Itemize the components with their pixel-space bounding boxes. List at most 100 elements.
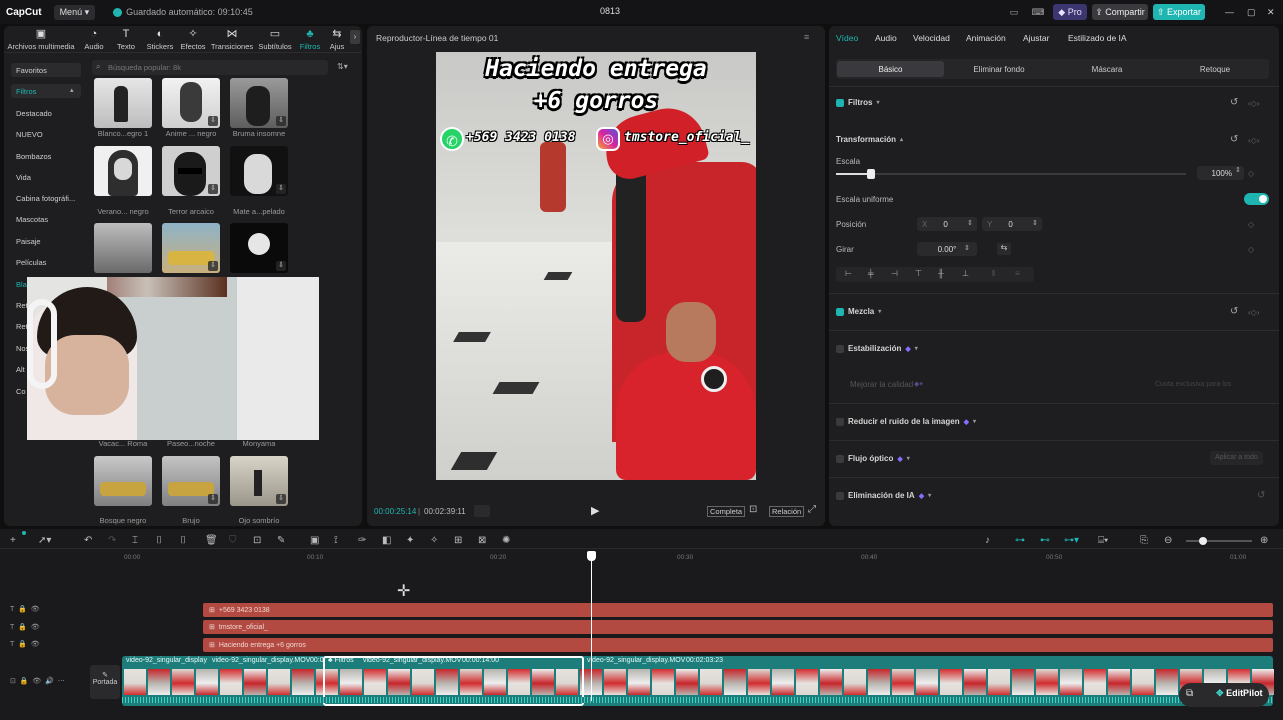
tab-speed[interactable]: Velocidad	[913, 33, 950, 43]
zoom-in-icon[interactable]: ⊕	[1260, 535, 1268, 546]
reset-icon[interactable]: ↺	[1230, 134, 1238, 145]
tool-audio[interactable]: ◔ Audio	[78, 28, 110, 51]
align-top-icon[interactable]: ⊤	[915, 269, 922, 278]
reset-icon[interactable]: ↺	[1230, 306, 1238, 317]
filter-sort-icon[interactable]: ⇅▾	[337, 62, 348, 71]
category-movies[interactable]: Películas	[16, 258, 46, 267]
undo-icon[interactable]: ↶	[84, 535, 92, 546]
tab-ai-style[interactable]: Estilizado de IA	[1068, 33, 1127, 43]
pro-button[interactable]: ◆ Pro	[1053, 4, 1087, 20]
category-co[interactable]: Co	[16, 387, 26, 396]
resize-icon[interactable]: ⊞	[454, 535, 462, 546]
tab-audio[interactable]: Audio	[875, 33, 897, 43]
keyframe-icon[interactable]: ◇	[1248, 245, 1254, 254]
category-bw[interactable]: Bla	[16, 280, 27, 289]
overlay-title-2[interactable]: +6 gorros	[436, 88, 756, 114]
download-icon[interactable]: ⇩	[276, 116, 286, 126]
blend-section[interactable]: Mezcla ▾	[836, 307, 881, 316]
align-center-h-icon[interactable]: ╪	[868, 269, 874, 278]
tab-video[interactable]: Vídeo	[836, 33, 858, 43]
aspect-ratio-button[interactable]: Relación	[769, 506, 805, 517]
magic-icon[interactable]: ✧	[430, 535, 438, 546]
category-photobooth[interactable]: Cabina fotográfi...	[16, 194, 75, 203]
overlay-phone[interactable]: +569 3423 0138	[466, 130, 576, 145]
apply-all-button[interactable]: Aplicar a todo	[1210, 451, 1263, 465]
filter-thumb[interactable]: ⇩	[230, 146, 288, 196]
category-bombazos[interactable]: Bombazos	[16, 152, 51, 161]
shortcut-icon[interactable]: ⌨	[1030, 4, 1046, 20]
export-button[interactable]: ⇧ Exportar	[1153, 4, 1205, 20]
align-left-icon[interactable]: ⊢	[845, 269, 852, 278]
tool-filters[interactable]: ♣ Filtros	[296, 28, 324, 51]
category-new[interactable]: NUEVO	[16, 130, 43, 139]
reset-icon[interactable]: ↺	[1257, 490, 1265, 501]
download-icon[interactable]: ⇩	[208, 184, 218, 194]
maximize-icon[interactable]: ▢	[1242, 4, 1261, 20]
fullscreen-mode-button[interactable]: Completa	[707, 506, 746, 517]
download-icon[interactable]: ⇩	[276, 261, 286, 271]
redo-icon[interactable]: ↷	[108, 535, 116, 546]
category-alt[interactable]: Alt	[16, 365, 25, 374]
main-track-controls[interactable]: ⊡ 🔒 👁 🔊 ⋯	[10, 677, 65, 685]
denoise-section[interactable]: Reducir el ruido de la imagen ◆ ▾	[836, 417, 976, 426]
category-landscape[interactable]: Paisaje	[16, 237, 41, 246]
playhead[interactable]	[591, 551, 592, 701]
filter-thumb[interactable]: ⇩	[230, 78, 288, 128]
link-main-track-icon[interactable]: ⊶	[1015, 535, 1025, 546]
ai-tool-icon[interactable]: ✺	[502, 535, 510, 546]
shield-icon[interactable]: ⛉	[229, 535, 237, 546]
stabilize-section[interactable]: Estabilización ◆ ▾	[836, 344, 918, 353]
expand-icon[interactable]: ⤢	[808, 504, 816, 515]
scale-slider-track[interactable]	[836, 173, 1186, 175]
filter-thumb[interactable]	[94, 223, 152, 273]
download-icon[interactable]: ⇩	[208, 116, 218, 126]
play-icon[interactable]: ▶	[591, 504, 599, 517]
zoom-out-icon[interactable]: ⊖	[1164, 535, 1172, 546]
subtab-basic[interactable]: Básico	[837, 61, 944, 77]
select-tool-icon[interactable]: ➚▾	[38, 535, 51, 546]
delete-icon[interactable]: 🗑	[205, 535, 218, 546]
image-edit-icon[interactable]: ⊠	[478, 535, 486, 546]
tool-stickers[interactable]: ◐ Stickers	[143, 28, 177, 51]
caption-icon[interactable]: ⎘	[1140, 535, 1148, 546]
download-icon[interactable]: ⇩	[276, 184, 286, 194]
blend-checkbox[interactable]	[836, 307, 844, 316]
tool-adjust[interactable]: ⇆ Ajus	[328, 28, 346, 51]
mirror-icon[interactable]: ◧	[382, 535, 391, 546]
add-icon[interactable]: +	[10, 535, 16, 546]
align-right-icon[interactable]: ⊣	[891, 269, 898, 278]
stepper-icon[interactable]: ⇕	[1235, 166, 1241, 174]
trim-right-icon[interactable]: ⌷	[180, 535, 186, 546]
trim-left-icon[interactable]: ⌷	[156, 535, 162, 546]
tab-animation[interactable]: Animación	[966, 33, 1006, 43]
uniform-scale-toggle[interactable]	[1244, 193, 1269, 205]
screen-icon[interactable]: ▣	[310, 535, 319, 546]
filters-checkbox[interactable]	[836, 98, 844, 107]
filters-section[interactable]: Filtros ▾	[836, 98, 879, 107]
optical-flow-section[interactable]: Flujo óptico ◆ ▾	[836, 454, 910, 463]
category-pets[interactable]: Mascotas	[16, 215, 48, 224]
scale-slider-handle[interactable]	[867, 169, 875, 179]
track-controls[interactable]: T 🔒 👁	[10, 605, 40, 613]
flip-icon[interactable]: ⇆	[997, 243, 1011, 255]
playhead-handle[interactable]	[587, 551, 596, 561]
filter-thumb[interactable]	[94, 456, 152, 506]
keyframe-nav-icon[interactable]: ‹◇›	[1248, 99, 1259, 108]
magnet-icon[interactable]: ⊷	[1040, 535, 1050, 546]
denoise-checkbox[interactable]	[836, 417, 844, 426]
stepper-icon[interactable]: ⇕	[964, 244, 970, 252]
track-controls[interactable]: T 🔒 👁	[10, 623, 40, 631]
filter-thumb[interactable]: ⇩	[162, 146, 220, 196]
optical-flow-checkbox[interactable]	[836, 454, 844, 463]
preview-axis-icon[interactable]: ⌸▾	[1098, 535, 1108, 546]
category-filters[interactable]: Filtros	[16, 87, 36, 96]
text-clip[interactable]: ⊞ tmstore_oficial_	[203, 620, 1273, 634]
search-box[interactable]: ⌕ Búsqueda popular: 8k	[92, 60, 328, 75]
distribute-h-icon[interactable]: ⫴	[992, 269, 995, 279]
tool-subtitles[interactable]: ▭ Subtítulos	[256, 28, 294, 51]
tool-transitions[interactable]: ⋈ Transiciones	[210, 28, 254, 51]
overlay-instagram[interactable]: tmstore_oficial_	[624, 130, 749, 145]
keyframe-nav-icon[interactable]: ‹◇›	[1248, 308, 1259, 317]
timecode-icon[interactable]	[474, 505, 490, 517]
link-icon[interactable]: ⊶▾	[1064, 535, 1079, 546]
